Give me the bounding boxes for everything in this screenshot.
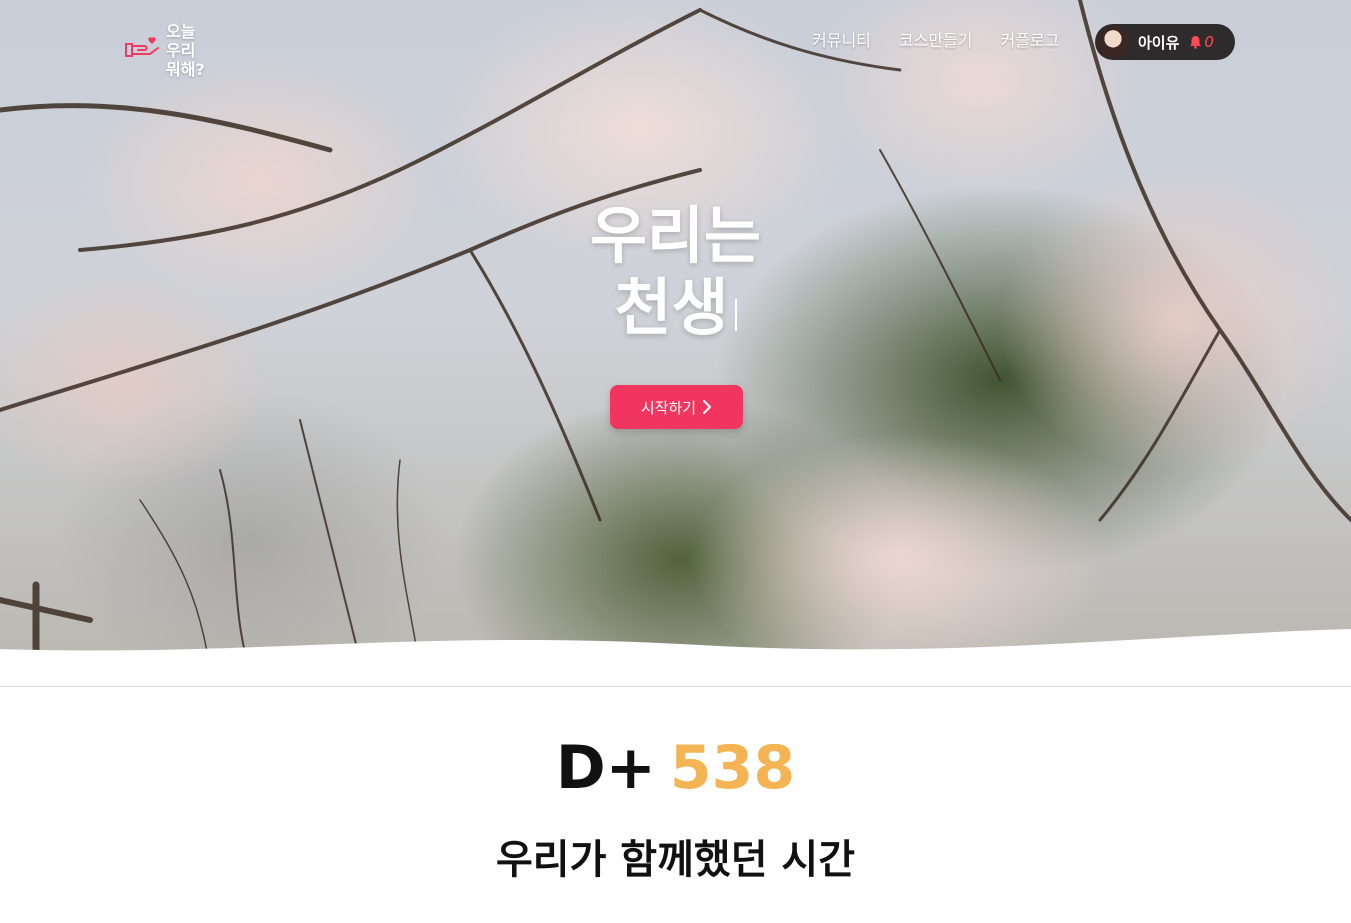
bell-icon[interactable] [1189,35,1202,49]
avatar[interactable] [1097,26,1129,58]
logo-heart-hand-icon [125,37,159,57]
logo-text: 오늘 우리 뭐해? [166,22,205,79]
notification-count[interactable]: 0 [1204,33,1214,51]
chevron-right-icon [703,400,712,414]
dday-value: 538 [669,733,796,803]
headline-line-2: 천생 [0,272,1351,344]
logo-line-3: 뭐해? [166,60,205,79]
dday-prefix: D+ [555,733,656,803]
nav-link-community[interactable]: 커뮤니티 [812,30,871,52]
start-button-label: 시작하기 [640,398,697,417]
nav-link-couple-log[interactable]: 커플로그 [1001,30,1060,52]
user-name: 아이유 [1138,33,1180,52]
logo-line-2: 우리 [166,41,196,60]
start-button[interactable]: 시작하기 [610,385,743,429]
typing-cursor [734,299,737,331]
nav-link-course-builder[interactable]: 코스만들기 [899,30,973,52]
headline-line-2-text: 천생 [614,271,729,344]
section-subtitle: 우리가 함께했던 시간 [495,837,856,883]
app-logo[interactable]: 오늘 우리 뭐해? [122,14,222,79]
headline-line-1: 우리는 [589,199,762,272]
hero-wave-divider [0,629,1351,687]
section-divider [0,686,1351,687]
dday-counter: D+ 538 [0,730,1351,806]
user-menu[interactable]: 아이유 0 [1095,24,1235,60]
main-nav: 커뮤니티 코스만들기 커플로그 [812,30,1059,52]
hero-headline: 우리는 천생 [0,200,1351,344]
logo-line-1: 오늘 [166,22,196,41]
